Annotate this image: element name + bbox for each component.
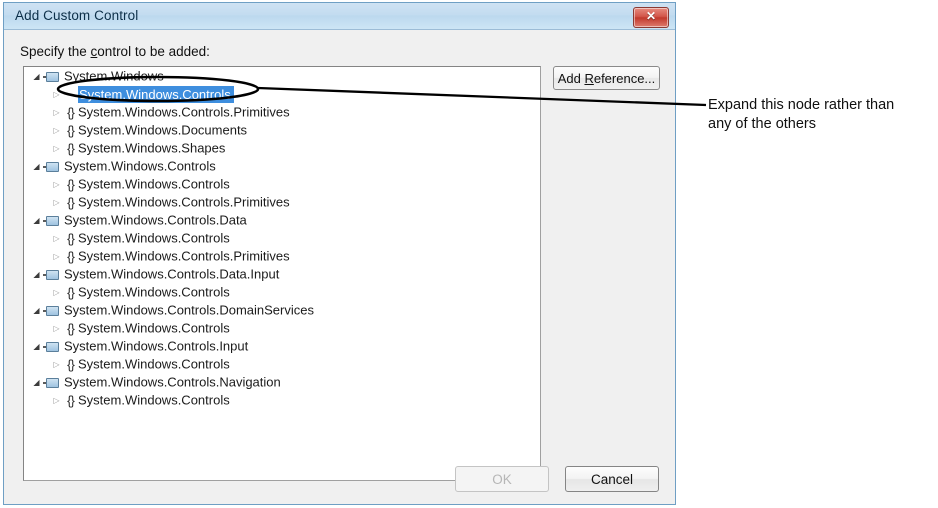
assembly-icon — [43, 269, 60, 281]
add-reference-accelerator: R — [584, 71, 594, 86]
namespace-icon: {} — [67, 356, 75, 372]
add-reference-button[interactable]: Add Reference... — [553, 66, 660, 90]
expander-closed-icon[interactable]: ▷ — [50, 392, 63, 410]
namespace-icon: {} — [67, 392, 75, 408]
namespace-icon: {} — [67, 86, 75, 102]
expander-closed-icon[interactable]: ▷ — [50, 230, 63, 248]
expander-closed-icon[interactable]: ▷ — [50, 356, 63, 374]
tree-row-label: System.Windows.Controls.Data — [64, 212, 247, 228]
add-custom-control-dialog: Add Custom Control ✕ Specify the control… — [3, 2, 676, 505]
assembly-icon — [43, 71, 60, 83]
expander-closed-icon[interactable]: ▷ — [50, 122, 63, 140]
expander-closed-icon[interactable]: ▷ — [50, 284, 63, 302]
namespace-icon: {} — [67, 284, 75, 300]
expander-open-icon[interactable]: ◢ — [30, 212, 43, 230]
tree-row-label: System.Windows.Controls — [78, 230, 230, 246]
expander-closed-icon[interactable]: ▷ — [50, 140, 63, 158]
expander-closed-icon[interactable]: ▷ — [50, 176, 63, 194]
assembly-icon — [43, 305, 60, 317]
tree-row[interactable]: ◢ System.Windows.Controls.Data — [24, 211, 540, 229]
tree-row-label: System.Windows — [64, 68, 164, 84]
add-reference-label-before: Add — [557, 71, 585, 86]
control-tree-listbox[interactable]: ◢ System.Windows ▷{} System.Windows.Control… — [23, 66, 541, 481]
tree-row[interactable]: ▷{} System.Windows.Shapes — [24, 139, 540, 157]
expander-closed-icon[interactable]: ▷ — [50, 248, 63, 266]
tree-row[interactable]: ◢ System.Windows.Controls.Navigation — [24, 373, 540, 391]
tree-row-label: System.Windows.Controls — [78, 176, 230, 192]
tree-row[interactable]: ▷{} System.Windows.Controls — [24, 229, 540, 247]
namespace-icon: {} — [67, 104, 75, 120]
tree-row-label: System.Windows.Controls — [78, 392, 230, 408]
expander-open-icon[interactable]: ◢ — [30, 266, 43, 284]
tree-row-label: System.Windows.Controls.Primitives — [78, 104, 290, 120]
add-reference-label-after: eference... — [593, 71, 656, 86]
namespace-icon: {} — [67, 194, 75, 210]
tree-row[interactable]: ◢ System.Windows.Controls.Input — [24, 337, 540, 355]
tree-row-label: System.Windows.Controls — [78, 356, 230, 372]
tree-row[interactable]: ▷{} System.Windows.Controls.Primitives — [24, 193, 540, 211]
expander-open-icon[interactable]: ◢ — [30, 158, 43, 176]
expander-open-icon[interactable]: ◢ — [30, 374, 43, 392]
tree-row[interactable]: ▷{} System.Windows.Controls — [24, 391, 540, 409]
tree-row[interactable]: ▷{} System.Windows.Controls.Primitives — [24, 247, 540, 265]
expander-closed-icon[interactable]: ▷ — [50, 320, 63, 338]
prompt-text-before: Specify the — [20, 44, 91, 59]
namespace-icon: {} — [67, 176, 75, 192]
tree-row-label: System.Windows.Controls.Input — [64, 338, 249, 354]
ok-button[interactable]: OK — [455, 466, 549, 492]
tree-row[interactable]: ▷{} System.Windows.Controls — [24, 355, 540, 373]
tree-row-label: System.Windows.Controls — [78, 320, 230, 336]
tree-row[interactable]: ▷{} System.Windows.Controls.Primitives — [24, 103, 540, 121]
expander-open-icon[interactable]: ◢ — [30, 338, 43, 356]
tree-row[interactable]: ◢ System.Windows — [24, 67, 540, 85]
expander-closed-icon[interactable]: ▷ — [50, 86, 63, 104]
close-icon: ✕ — [645, 9, 657, 23]
annotation-text: Expand this node rather than any of the … — [708, 96, 938, 134]
tree-row[interactable]: ◢ System.Windows.Controls.Data.Input — [24, 265, 540, 283]
tree-row[interactable]: ▷{} System.Windows.Controls — [24, 85, 540, 103]
namespace-icon: {} — [67, 122, 75, 138]
prompt-text-after: ontrol to be added: — [97, 44, 210, 59]
dialog-body: Specify the control to be added: ◢ System… — [4, 30, 675, 504]
tree-row-label: System.Windows.Shapes — [78, 140, 226, 156]
tree-row[interactable]: ▷{} System.Windows.Controls — [24, 283, 540, 301]
cancel-button[interactable]: Cancel — [565, 466, 659, 492]
window-title: Add Custom Control — [15, 8, 139, 23]
annotation-line-2: any of the others — [708, 116, 817, 132]
assembly-icon — [43, 377, 60, 389]
expander-closed-icon[interactable]: ▷ — [50, 194, 63, 212]
prompt-label: Specify the control to be added: — [20, 44, 210, 59]
tree-row[interactable]: ◢ System.Windows.Controls — [24, 157, 540, 175]
tree-row-label: System.Windows.Controls.Primitives — [78, 248, 290, 264]
tree-row[interactable]: ▷{} System.Windows.Controls — [24, 175, 540, 193]
namespace-icon: {} — [67, 320, 75, 336]
namespace-icon: {} — [67, 248, 75, 264]
tree-row-label: System.Windows.Controls — [78, 284, 230, 300]
annotation-line-1: Expand this node rather than — [708, 97, 895, 113]
tree-row-label: System.Windows.Controls — [64, 158, 216, 174]
namespace-icon: {} — [67, 140, 75, 156]
tree-row-label: System.Windows.Controls.Primitives — [78, 194, 290, 210]
assembly-icon — [43, 341, 60, 353]
tree-row-label: System.Windows.Controls.Navigation — [64, 374, 281, 390]
tree-row-label: System.Windows.Controls.DomainServices — [64, 302, 314, 318]
namespace-icon: {} — [67, 230, 75, 246]
tree-row[interactable]: ◢ System.Windows.Controls.DomainServices — [24, 301, 540, 319]
assembly-icon — [43, 215, 60, 227]
expander-open-icon[interactable]: ◢ — [30, 68, 43, 86]
tree-row[interactable]: ▷{} System.Windows.Controls — [24, 319, 540, 337]
tree-row-label: System.Windows.Documents — [78, 122, 248, 138]
expander-closed-icon[interactable]: ▷ — [50, 104, 63, 122]
tree-row-label: System.Windows.Controls.Data.Input — [64, 266, 280, 282]
tree-row[interactable]: ▷{} System.Windows.Documents — [24, 121, 540, 139]
title-bar[interactable]: Add Custom Control ✕ — [4, 3, 675, 30]
expander-open-icon[interactable]: ◢ — [30, 302, 43, 320]
assembly-icon — [43, 161, 60, 173]
close-button[interactable]: ✕ — [633, 7, 669, 28]
tree-row-label: System.Windows.Controls — [78, 85, 234, 103]
